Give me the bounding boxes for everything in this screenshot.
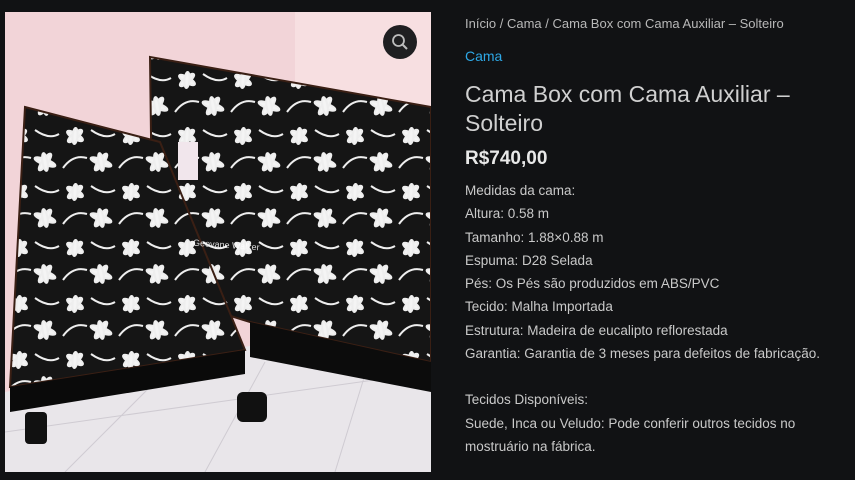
spec-fabric: Tecido: Malha Importada: [465, 299, 613, 315]
product-category-link[interactable]: Cama: [465, 48, 502, 64]
spec-feet: Pés: Os Pés são produzidos em ABS/PVC: [465, 276, 720, 292]
fabrics-text-line1: Suede, Inca ou Veludo: Pode conferir out…: [465, 415, 796, 431]
product-title: Cama Box com Cama Auxiliar – Solteiro: [465, 81, 790, 136]
product-description: Medidas da cama: Altura: 0.58 m Tamanho:…: [465, 179, 820, 458]
breadcrumb-separator: /: [545, 16, 549, 31]
description-heading: Medidas da cama:: [465, 183, 576, 198]
breadcrumb-category-link[interactable]: Cama: [507, 16, 542, 31]
fabrics-heading: Tecidos Disponíveis:: [465, 392, 589, 408]
product-price: R$740,00: [465, 148, 548, 169]
product-image-gallery[interactable]: Geovane Walker: [5, 12, 431, 472]
spec-foam: Espuma: D28 Selada: [465, 252, 593, 268]
magnifier-icon: [391, 33, 409, 51]
fabrics-text-line2: mostruário na fábrica.: [465, 438, 596, 454]
spec-height: Altura: 0.58 m: [465, 206, 550, 222]
spec-warranty: Garantia: Garantia de 3 meses para defei…: [465, 346, 820, 362]
spec-structure: Estrutura: Madeira de eucalipto reflores…: [465, 322, 728, 338]
image-zoom-button[interactable]: [383, 25, 417, 59]
spec-size: Tamanho: 1.88×0.88 m: [465, 229, 604, 245]
breadcrumb-current: Cama Box com Cama Auxiliar – Solteiro: [552, 16, 784, 31]
breadcrumb-home-link[interactable]: Início: [465, 16, 496, 31]
breadcrumb: Início / Cama / Cama Box com Cama Auxili…: [465, 16, 784, 31]
breadcrumb-separator: /: [499, 16, 504, 31]
